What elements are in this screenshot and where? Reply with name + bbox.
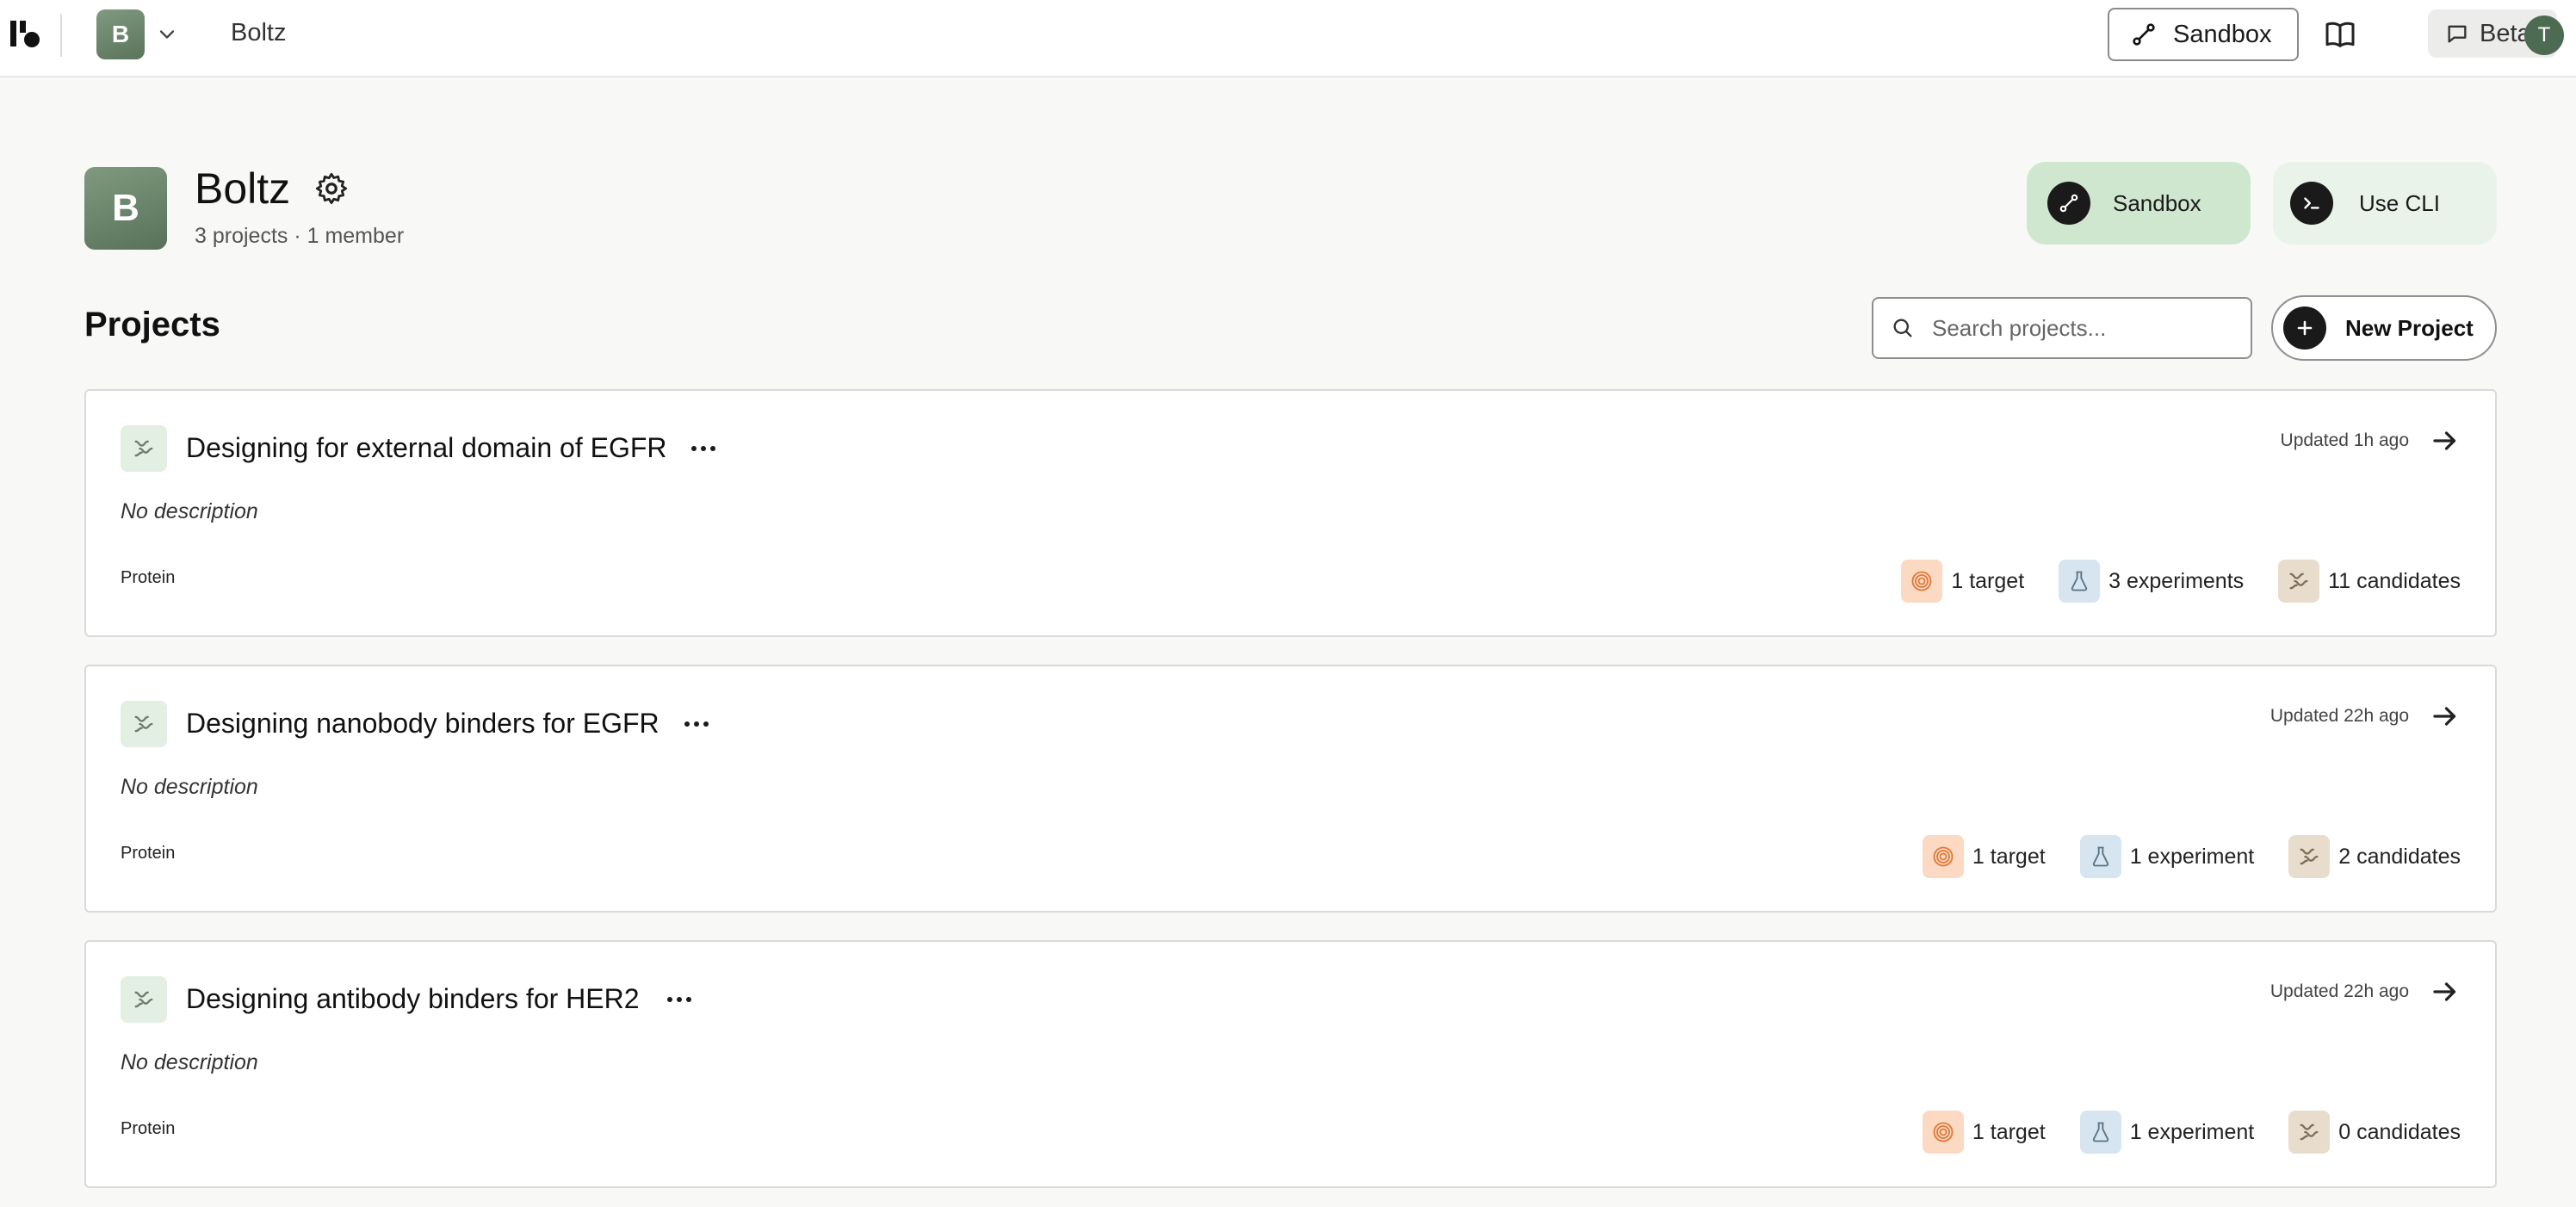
experiments-stat[interactable]: 1 experiment [2079,835,2255,878]
search-projects[interactable] [1872,297,2252,359]
plus-icon [2283,306,2326,350]
candidates-count: 0 candidates [2338,1119,2461,1144]
project-updated: Updated 22h ago [2269,706,2409,726]
use-cli-button[interactable]: Use CLI [2273,162,2497,244]
flask-icon [2079,1111,2121,1154]
search-icon [1893,319,1912,337]
targets-stat[interactable]: 1 target [1922,1111,2046,1154]
targets-stat[interactable]: 1 target [1901,560,2024,603]
project-updated: Updated 1h ago [2280,430,2409,450]
targets-count: 1 target [1972,1119,2046,1144]
project-card[interactable]: Designing nanobody binders for EGFR Upda… [84,665,2497,913]
new-project-label: New Project [2345,314,2474,341]
targets-stat[interactable]: 1 target [1922,835,2046,878]
target-icon [1901,560,1943,603]
project-title[interactable]: Designing nanobody binders for EGFR [186,708,659,740]
arrow-right-icon[interactable] [2430,701,2461,732]
top-bar: B Boltz Sandbox Beta T [0,0,2576,77]
search-input[interactable] [1932,314,2242,342]
arrow-right-icon[interactable] [2430,425,2461,456]
sandbox-card-label: Sandbox [2113,189,2201,216]
sandbox-icon [2133,23,2155,46]
more-dots-icon[interactable] [682,711,711,737]
candidates-stat[interactable]: 11 candidates [2278,560,2461,603]
targets-count: 1 target [1951,568,2025,593]
project-stats: 1 target 1 experiment 2 candidates [1922,835,2461,878]
project-stats: 1 target 3 experiments 11 candidates [1901,560,2461,603]
project-description: No description [121,775,258,799]
more-dots-icon[interactable] [665,987,694,1012]
protein-icon [121,425,167,472]
project-stats: 1 target 1 experiment 0 candidates [1922,1111,2461,1154]
sandbox-button[interactable]: Sandbox [2108,8,2299,61]
arrow-right-icon[interactable] [2430,976,2461,1007]
experiments-stat[interactable]: 3 experiments [2059,560,2244,603]
experiments-count: 3 experiments [2108,568,2245,593]
book-icon[interactable] [2323,17,2357,52]
org-avatar: B [84,167,167,250]
candidates-stat[interactable]: 0 candidates [2288,1111,2461,1154]
project-title[interactable]: Designing antibody binders for HER2 [186,983,640,1015]
terminal-icon [2290,182,2333,225]
project-description: No description [121,499,258,523]
protein-icon [121,976,167,1023]
candidates-count: 11 candidates [2328,568,2461,593]
new-project-button[interactable]: New Project [2271,295,2497,361]
sandbox-button-label: Sandbox [2173,20,2272,48]
divider [60,14,62,57]
gear-icon[interactable] [313,170,350,207]
org-switcher-avatar[interactable]: B [96,9,145,59]
more-dots-icon[interactable] [689,436,718,461]
protein-icon [121,701,167,747]
protein-icon [2288,835,2331,878]
protein-icon [2278,560,2320,603]
sandbox-icon [2047,182,2090,225]
flask-icon [2059,560,2101,603]
protein-icon [2288,1111,2331,1154]
target-icon [1922,1111,1964,1154]
candidates-stat[interactable]: 2 candidates [2288,835,2461,878]
candidates-count: 2 candidates [2338,844,2461,869]
org-title: Boltz [195,164,291,213]
targets-count: 1 target [1972,844,2046,869]
experiments-count: 1 experiment [2129,1119,2255,1144]
project-type: Protein [121,1119,176,1138]
beta-label: Beta [2480,19,2531,47]
experiments-stat[interactable]: 1 experiment [2079,1111,2255,1154]
chat-bubble-icon [2448,25,2467,43]
org-name-breadcrumb[interactable]: Boltz [231,19,286,47]
project-type: Protein [121,568,176,587]
projects-heading: Projects [84,306,220,344]
project-title[interactable]: Designing for external domain of EGFR [186,432,666,464]
project-updated: Updated 22h ago [2269,981,2409,1001]
flask-icon [2079,835,2121,878]
experiments-count: 1 experiment [2129,844,2255,869]
org-meta: 3 projects · 1 member [195,224,405,248]
boltz-logo-icon[interactable] [9,17,43,52]
project-card[interactable]: Designing for external domain of EGFR Up… [84,389,2497,637]
project-description: No description [121,1050,258,1074]
project-type: Protein [121,844,176,863]
use-cli-label: Use CLI [2359,189,2440,216]
target-icon [1922,835,1964,878]
chevron-down-icon[interactable] [155,22,179,46]
project-card[interactable]: Designing antibody binders for HER2 Upda… [84,940,2497,1188]
user-avatar[interactable]: T [2524,15,2564,55]
sandbox-card-button[interactable]: Sandbox [2027,162,2251,244]
